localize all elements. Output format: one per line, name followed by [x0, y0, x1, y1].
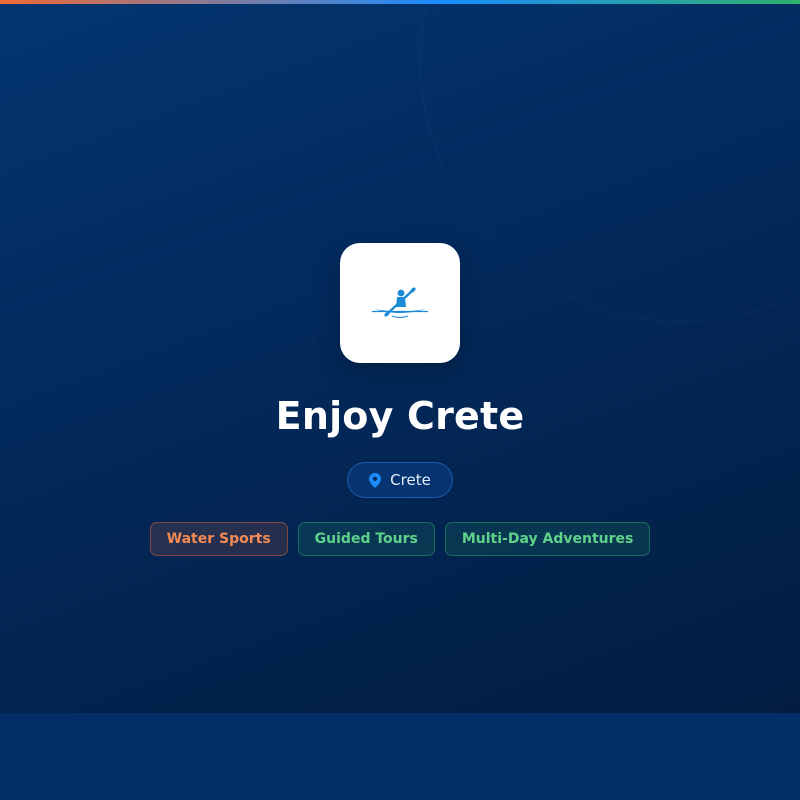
logo-card [340, 243, 460, 363]
tag-multi-day-adventures: Multi-Day Adventures [444, 522, 651, 556]
bottom-band [0, 713, 800, 800]
page-title: Enjoy Crete [275, 394, 525, 438]
kayak-icon [372, 287, 428, 319]
map-pin-icon [369, 472, 382, 488]
tag-guided-tours: Guided Tours [297, 522, 435, 556]
location-badge: Crete [347, 462, 453, 498]
location-label: Crete [390, 471, 431, 489]
tag-water-sports: Water Sports [149, 522, 288, 556]
background-decoration [420, 0, 800, 322]
page: Enjoy Crete Crete Water Sports Guided To… [0, 0, 800, 800]
tag-list: Water Sports Guided Tours Multi-Day Adve… [0, 522, 800, 556]
